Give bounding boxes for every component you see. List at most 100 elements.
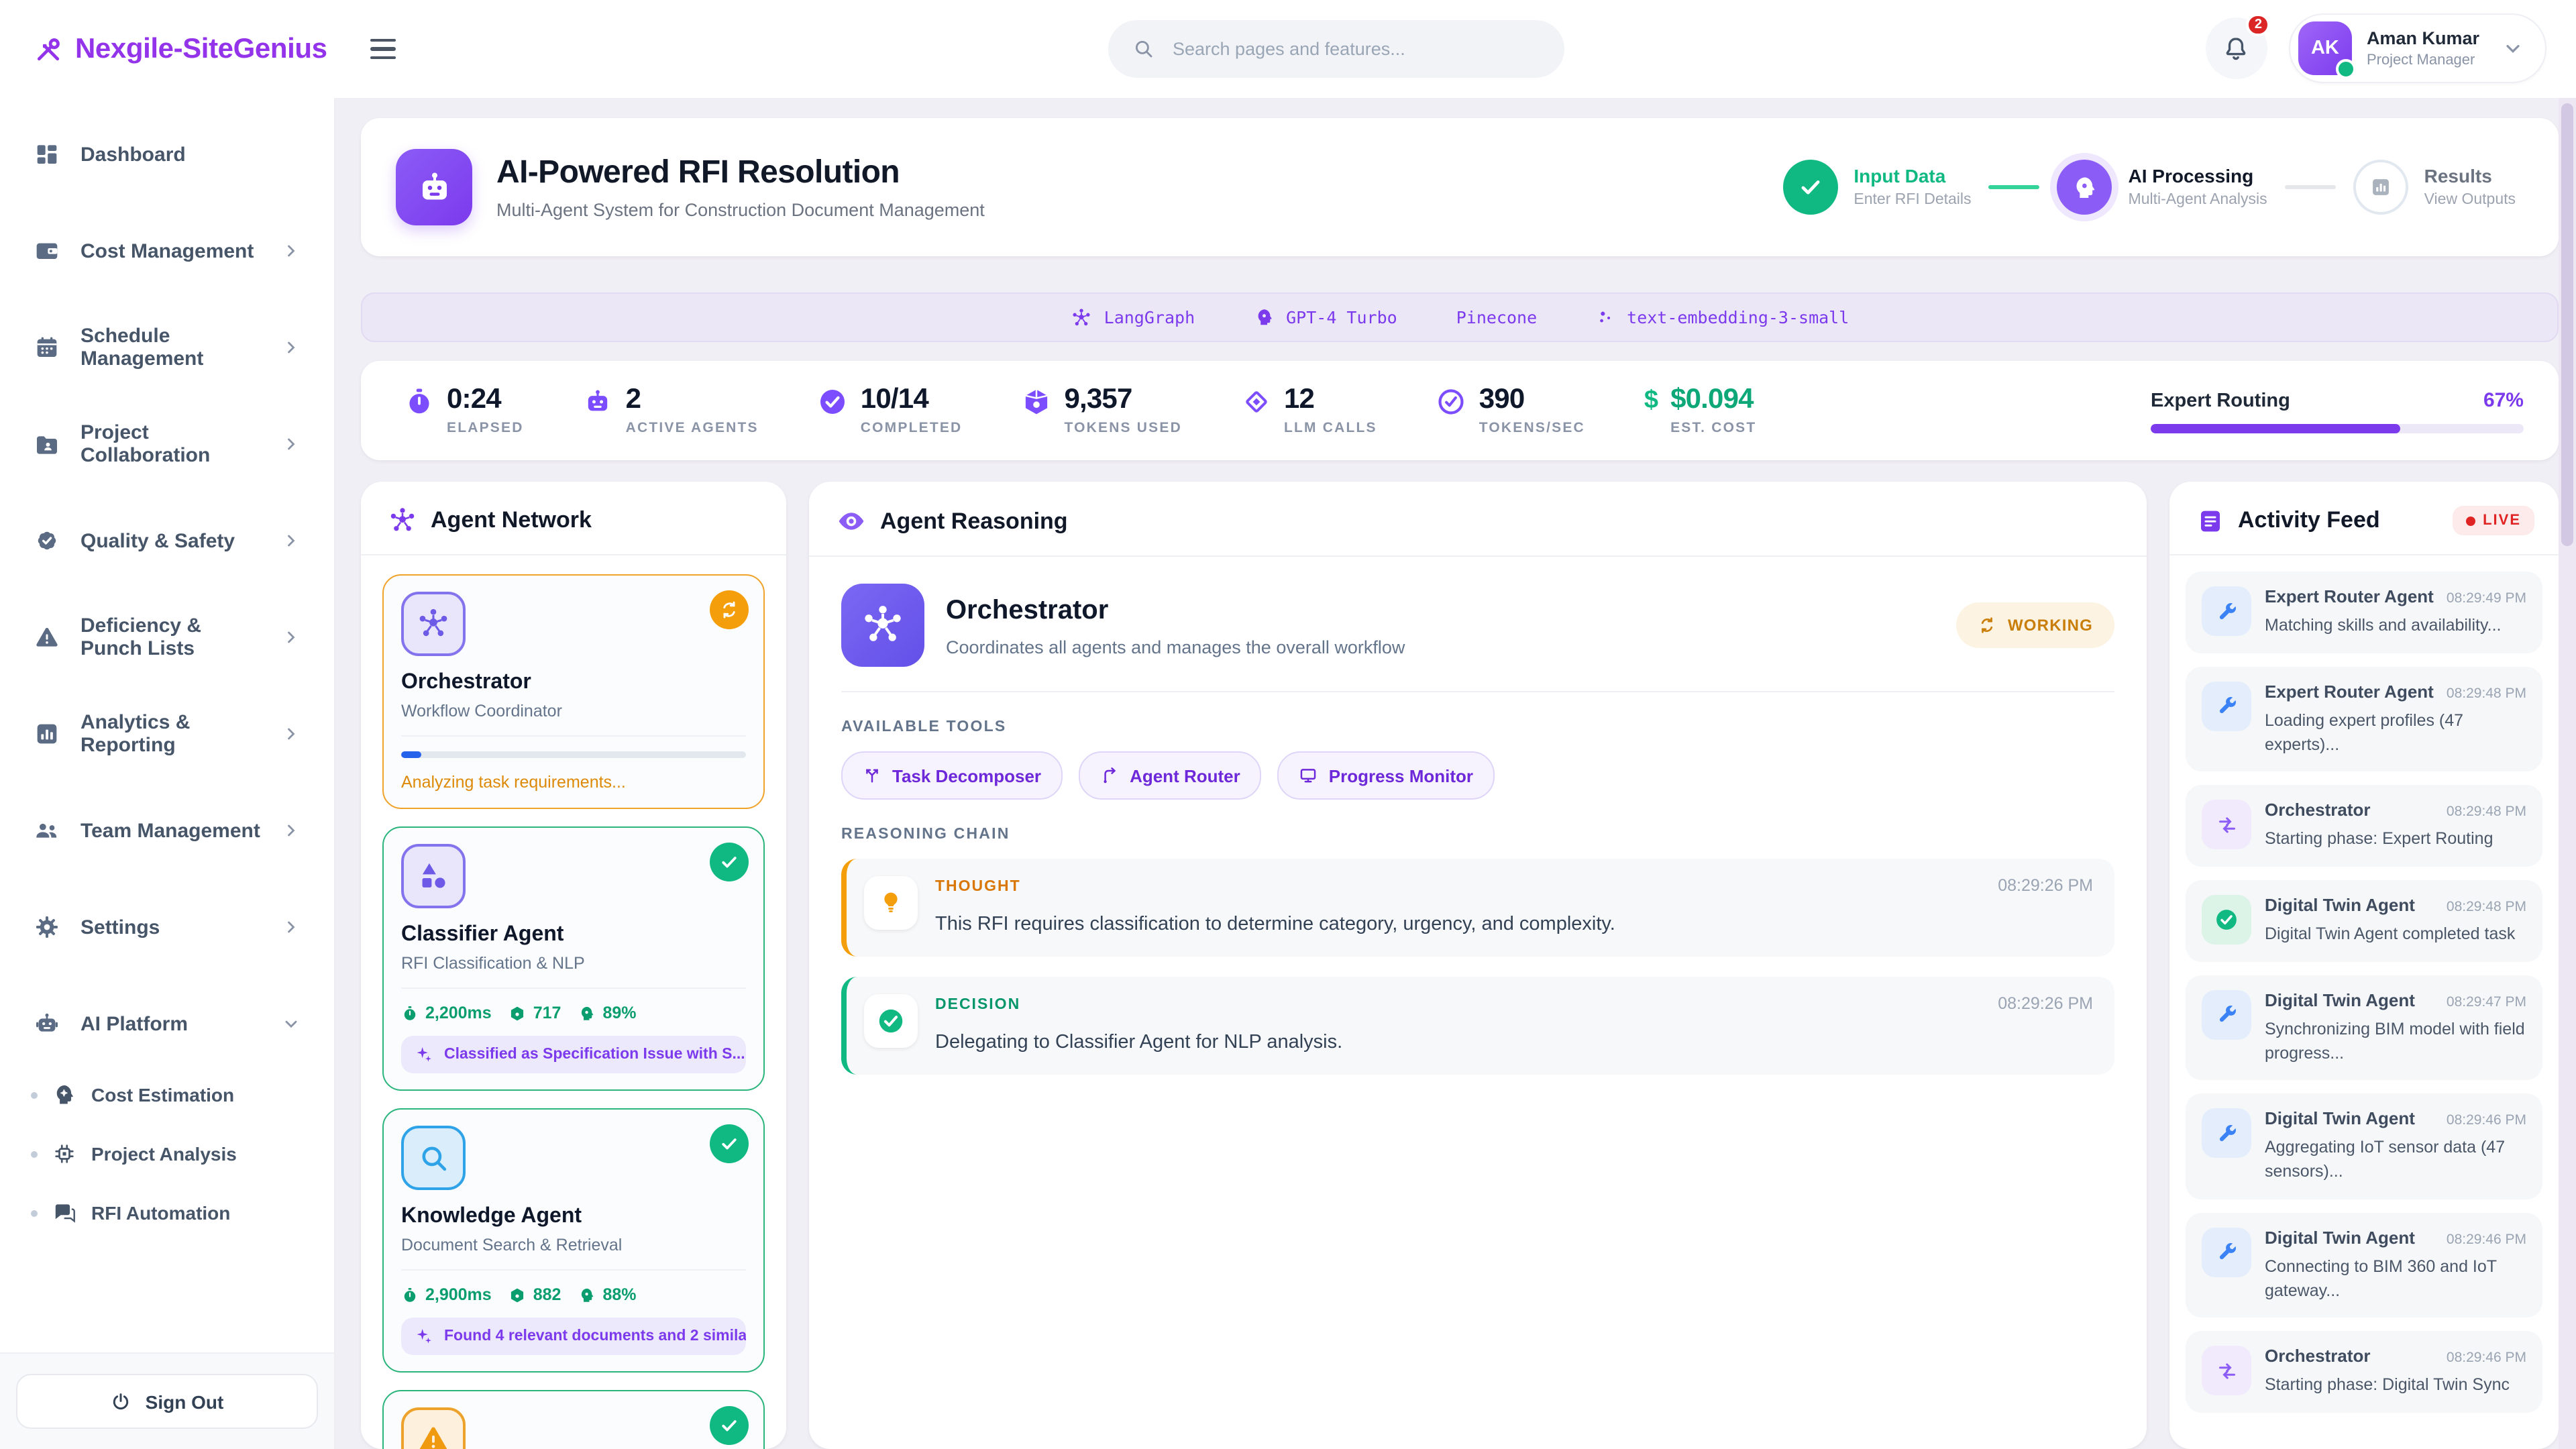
lightbulb-icon	[864, 876, 918, 930]
wrench-icon	[2202, 586, 2251, 636]
phase-progress: Expert Routing 67%	[2151, 388, 2524, 433]
monitor-icon	[1299, 766, 1318, 785]
timer-icon	[404, 386, 435, 417]
results-chart-icon	[2353, 160, 2408, 215]
sidebar-item-cost-management[interactable]: Cost Management	[17, 221, 317, 280]
live-badge: LIVE	[2452, 506, 2534, 535]
sidebar-item-rfi-automation[interactable]: RFI Automation	[31, 1190, 317, 1236]
psychology-icon	[578, 1004, 596, 1022]
agent-status-note: Analyzing task requirements...	[401, 773, 746, 792]
page-scrollbar[interactable]	[2559, 98, 2576, 1449]
main-content: AI-Powered RFI Resolution Multi-Agent Sy…	[361, 118, 2559, 1449]
search-input[interactable]	[1170, 38, 1540, 60]
brand-logo[interactable]: Nexgile-SiteGenius	[0, 33, 327, 65]
calendar-icon	[34, 334, 60, 361]
agent-card-knowledge[interactable]: Knowledge Agent Document Search & Retrie…	[382, 1108, 765, 1373]
tech-embedding-model: text-embedding-3-small	[1596, 307, 1849, 327]
sidebar-item-deficiency-punch-lists[interactable]: Deficiency & Punch Lists	[17, 608, 317, 667]
feed-item: Digital Twin Agent08:29:46 PM Aggregatin…	[2186, 1094, 2542, 1199]
sidebar-item-cost-estimation[interactable]: Cost Estimation	[31, 1072, 317, 1118]
step-ai-processing[interactable]: AI Processing Multi-Agent Analysis	[2057, 160, 2267, 215]
token-cube-icon	[509, 1286, 527, 1303]
panel-title: Activity Feed	[2238, 507, 2380, 534]
scrollbar-thumb[interactable]	[2561, 103, 2573, 546]
top-bar: Nexgile-SiteGenius 2	[0, 0, 2576, 98]
hub-icon	[401, 592, 466, 656]
split-icon	[863, 766, 881, 785]
chevron-right-icon	[282, 724, 301, 743]
robot-icon	[396, 149, 472, 225]
phase-percent: 67%	[2483, 388, 2524, 411]
search-icon	[1132, 38, 1155, 60]
stat-elapsed: 0:24ELAPSED	[404, 385, 524, 437]
dollar-icon: $	[1644, 388, 1658, 413]
agent-progress-bar	[401, 751, 746, 758]
agent-card-classifier[interactable]: Classifier Agent RFI Classification & NL…	[382, 826, 765, 1091]
stat-est-cost: $ $0.094EST. COST	[1644, 385, 1757, 437]
timer-icon	[401, 1286, 419, 1303]
available-tools-label: AVAILABLE TOOLS	[841, 719, 2114, 735]
notifications-button[interactable]: 2	[2206, 17, 2267, 79]
sidebar-item-project-collaboration[interactable]: Project Collaboration	[17, 415, 317, 474]
bullet-dot	[31, 1210, 38, 1216]
chain-timestamp: 08:29:26 PM	[1998, 994, 2093, 1013]
sidebar-item-quality-safety[interactable]: Quality & Safety	[17, 511, 317, 570]
tool-agent-router[interactable]: Agent Router	[1079, 751, 1262, 800]
user-menu[interactable]: AK Aman Kumar Project Manager	[2289, 13, 2546, 83]
speed-gauge-icon	[1436, 386, 1467, 417]
agent-card-clash-detection[interactable]: Clash Detection Agent	[382, 1390, 765, 1449]
reasoning-step-thought: THOUGHT 08:29:26 PM This RFI requires cl…	[841, 859, 2114, 957]
wrench-icon	[2202, 990, 2251, 1040]
search-icon	[401, 1126, 466, 1190]
warning-triangle-icon	[401, 1407, 466, 1449]
page-subtitle: Multi-Agent System for Construction Docu…	[496, 200, 985, 220]
tech-stack-bar: LangGraph GPT-4 Turbo Pinecone text-embe…	[361, 292, 2559, 342]
wrench-icon	[2202, 1109, 2251, 1159]
chain-text: This RFI requires classification to dete…	[935, 914, 2093, 935]
token-cube-icon	[509, 1004, 527, 1022]
article-icon	[2196, 506, 2224, 535]
page-title: AI-Powered RFI Resolution	[496, 154, 985, 192]
sign-out-button[interactable]: Sign Out	[16, 1374, 318, 1429]
sidebar-item-schedule-management[interactable]: Schedule Management	[17, 318, 317, 377]
tool-progress-monitor[interactable]: Progress Monitor	[1278, 751, 1495, 800]
stats-bar: 0:24ELAPSED 2ACTIVE AGENTS 10/14COMPLETE…	[361, 361, 2559, 460]
stat-llm-calls: 12LLM CALLS	[1241, 385, 1377, 437]
brand-name: Nexgile-SiteGenius	[75, 33, 327, 65]
sidebar-item-project-analysis[interactable]: Project Analysis	[31, 1131, 317, 1177]
agent-card-orchestrator[interactable]: Orchestrator Workflow Coordinator Analyz…	[382, 574, 765, 809]
feed-item: Orchestrator08:29:48 PM Starting phase: …	[2186, 786, 2542, 867]
chevron-right-icon	[282, 918, 301, 936]
wallet-icon	[34, 237, 60, 264]
chevron-down-icon	[282, 1014, 301, 1033]
step-results[interactable]: Results View Outputs	[2353, 160, 2516, 215]
tool-task-decomposer[interactable]: Task Decomposer	[841, 751, 1063, 800]
online-status-dot	[2336, 59, 2356, 79]
sidebar-item-settings[interactable]: Settings	[17, 898, 317, 957]
robot-icon	[583, 386, 614, 417]
app-root: Nexgile-SiteGenius 2	[0, 0, 2576, 1449]
timer-icon	[401, 1004, 419, 1022]
phase-progress-bar	[2151, 423, 2524, 433]
step-input-data[interactable]: Input Data Enter RFI Details	[1782, 160, 1971, 215]
hub-icon	[1071, 307, 1092, 328]
sidebar-item-ai-platform[interactable]: AI Platform	[17, 994, 317, 1053]
sidebar-item-analytics-reporting[interactable]: Analytics & Reporting	[17, 704, 317, 763]
sidebar-item-team-management[interactable]: Team Management	[17, 801, 317, 860]
agent-reasoning-panel: Agent Reasoning Orchestrator Coordinates…	[809, 482, 2147, 1449]
tech-langgraph: LangGraph	[1071, 307, 1195, 328]
chevron-right-icon	[282, 435, 301, 453]
agent-result-pill: Found 4 relevant documents and 2 similar…	[401, 1318, 746, 1355]
chain-type: DECISION	[935, 997, 1020, 1013]
ai-platform-submenu: Cost Estimation Project Analysis RFI Aut…	[17, 1072, 317, 1236]
user-role: Project Manager	[2367, 52, 2479, 68]
sidebar-item-dashboard[interactable]: Dashboard	[17, 125, 317, 184]
live-dot	[2465, 516, 2475, 525]
menu-toggle-icon[interactable]	[370, 38, 396, 60]
step-connector	[1989, 185, 2040, 190]
api-diamond-icon	[1241, 386, 1272, 417]
check-circle-icon	[864, 994, 918, 1048]
stat-completed: 10/14COMPLETED	[818, 385, 963, 437]
tech-pinecone: Pinecone	[1456, 307, 1537, 327]
psychology-icon	[578, 1286, 596, 1303]
